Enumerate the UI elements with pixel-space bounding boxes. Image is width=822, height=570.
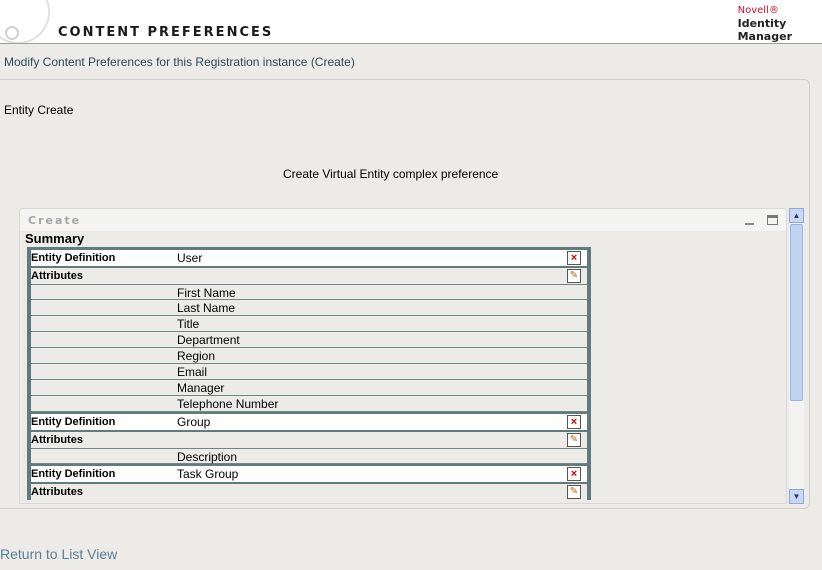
attribute-value-row: Telephone Number — [31, 396, 587, 412]
delete-icon[interactable]: × — [567, 251, 581, 265]
attribute-value-row: Manager — [31, 380, 587, 396]
scroll-down-icon[interactable]: ▼ — [789, 489, 804, 504]
attribute-value: Email — [177, 365, 208, 379]
attribute-value: Telephone Number — [177, 397, 279, 411]
edit-icon[interactable]: ✎ — [567, 433, 581, 447]
attribute-value-row: Title — [31, 316, 587, 332]
app-header: CONTENT PREFERENCES Novell® Identity Man… — [0, 0, 822, 44]
attributes-label: Attributes — [31, 270, 83, 282]
page-subtitle: Modify Content Preferences for this Regi… — [4, 55, 355, 69]
scroll-thumb[interactable] — [790, 224, 803, 401]
scroll-area[interactable]: Create Summary Entity Definition User × Att… — [19, 208, 804, 504]
gear-hub-icon — [5, 26, 19, 40]
attributes-row: Attributes ✎ — [31, 432, 587, 448]
brand-manager: Manager — [737, 30, 792, 43]
summary-table: Entity Definition User × Attributes ✎ First N… — [27, 247, 591, 500]
create-portlet: Create Summary Entity Definition User × Att… — [19, 208, 787, 504]
entity-definition-label: Entity Definition — [31, 468, 116, 480]
attributes-label: Attributes — [31, 434, 83, 446]
attributes-row: Attributes ✎ — [31, 268, 587, 284]
attribute-value: Description — [177, 450, 238, 464]
attribute-value: First Name — [177, 286, 236, 300]
delete-icon[interactable]: × — [567, 415, 581, 429]
entity-definition-value: User — [177, 251, 203, 265]
page-title: CONTENT PREFERENCES — [58, 25, 274, 40]
attributes-label: Attributes — [31, 486, 83, 498]
vertical-scrollbar[interactable]: ▲ ▼ — [789, 208, 804, 504]
attribute-value-row: Last Name — [31, 300, 587, 316]
complex-preference-heading: Create Virtual Entity complex preference — [283, 167, 499, 181]
attribute-value-row: Region — [31, 348, 587, 364]
delete-icon[interactable]: × — [567, 467, 581, 481]
attribute-value: Last Name — [177, 301, 236, 315]
minimize-icon[interactable] — [745, 223, 754, 225]
return-to-list-link[interactable]: Return to List View — [0, 546, 117, 562]
maximize-icon[interactable] — [767, 215, 778, 225]
entity-definition-row: Entity Definition User × — [31, 250, 587, 266]
scroll-up-icon[interactable]: ▲ — [789, 208, 804, 223]
entity-definition-row: Entity Definition Group × — [31, 414, 587, 430]
brand-novell: Novell® — [737, 5, 779, 16]
attribute-value-row: Department — [31, 332, 587, 348]
attributes-row: Attributes ✎ — [31, 484, 587, 500]
entity-definition-value: Group — [177, 415, 211, 429]
entity-definition-value: Task Group — [177, 467, 239, 481]
attribute-value-row: First Name — [31, 284, 587, 300]
attribute-value-row: Description — [31, 448, 587, 464]
portlet-title: Create — [28, 214, 82, 227]
edit-icon[interactable]: ✎ — [567, 269, 581, 283]
attribute-value: Region — [177, 349, 216, 363]
entity-definition-label: Entity Definition — [31, 416, 116, 428]
main-panel: Entity Create Create Virtual Entity comp… — [0, 79, 810, 509]
attribute-value: Title — [177, 317, 200, 331]
edit-icon[interactable]: ✎ — [567, 485, 581, 499]
attribute-value: Manager — [177, 381, 225, 395]
entity-definition-row: Entity Definition Task Group × — [31, 466, 587, 482]
brand-logo: Novell® Identity Manager — [738, 4, 792, 43]
attribute-value-row: Email — [31, 364, 587, 380]
summary-title: Summary — [25, 231, 85, 246]
portlet-header: Create — [20, 209, 786, 231]
entity-definition-label: Entity Definition — [31, 252, 116, 264]
entity-create-label: Entity Create — [4, 103, 74, 117]
brand-identity: Identity — [737, 17, 787, 30]
attribute-value: Department — [177, 333, 240, 347]
